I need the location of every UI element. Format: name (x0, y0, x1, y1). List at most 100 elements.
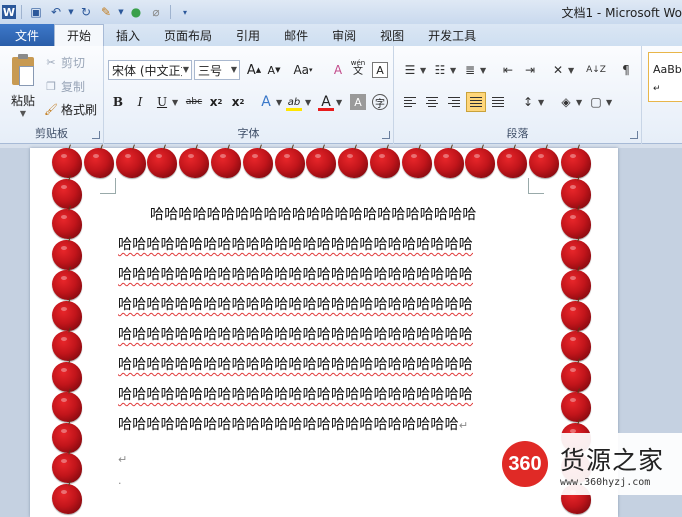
document-line[interactable]: 哈哈哈哈哈哈哈哈哈哈哈哈哈哈哈哈哈哈哈哈哈哈哈哈哈 (118, 266, 473, 284)
chevron-down-icon[interactable]: ▼ (117, 3, 125, 21)
shrink-font-button[interactable]: A ▼ (264, 60, 284, 80)
apple-border-icon (561, 296, 591, 331)
numbering-icon[interactable]: ☷ (430, 60, 450, 80)
word-app-icon[interactable]: W (2, 5, 16, 19)
copy-button[interactable]: ❐ 复制 (44, 78, 85, 95)
change-case-button[interactable]: Aa ▾ (290, 60, 316, 80)
margin-corner-mark (100, 178, 116, 194)
paste-button[interactable]: 粘贴 ▼ (6, 50, 40, 122)
brush-icon[interactable]: ✎ (97, 3, 115, 21)
format-painter-button[interactable]: 🖌 格式刷 (44, 101, 97, 118)
chevron-down-icon[interactable]: ▼ (538, 98, 544, 107)
decrease-indent-icon[interactable]: ⇤ (498, 60, 518, 80)
document-line[interactable]: 哈哈哈哈哈哈哈哈哈哈哈哈哈哈哈哈哈哈哈哈哈哈哈哈哈 (118, 236, 473, 254)
align-center-icon[interactable] (422, 92, 442, 112)
style-normal[interactable]: AaBb ↵ (648, 52, 682, 102)
tab-mailings[interactable]: 邮件 (272, 24, 320, 46)
bold-button[interactable]: B (108, 92, 128, 112)
chevron-down-icon[interactable]: ▼ (336, 98, 342, 107)
document-line[interactable]: 哈哈哈哈哈哈哈哈哈哈哈哈哈哈哈哈哈哈哈哈哈哈哈哈哈 (118, 326, 473, 344)
align-left-icon[interactable] (400, 92, 420, 112)
chevron-down-icon[interactable]: ▼ (568, 66, 574, 75)
distributed-icon[interactable] (488, 92, 508, 112)
empty-paragraph[interactable]: ↵ (118, 450, 127, 469)
increase-indent-icon[interactable]: ⇥ (520, 60, 540, 80)
align-right-icon[interactable] (444, 92, 464, 112)
text-effects-button[interactable]: A (256, 92, 276, 112)
apple-border-icon (52, 357, 82, 392)
document-line[interactable]: 哈哈哈哈哈哈哈哈哈哈哈哈哈哈哈哈哈哈哈哈哈哈哈哈↵ (118, 416, 468, 435)
apple-border-icon (52, 388, 82, 422)
underline-button[interactable]: U (152, 92, 172, 112)
chevron-down-icon[interactable]: ▼ (420, 66, 426, 75)
italic-button[interactable]: I (130, 92, 150, 112)
subscript-button[interactable]: x2 (206, 92, 226, 112)
apple-border-icon (561, 205, 591, 239)
phonetic-guide-button[interactable]: wén 文 (348, 58, 368, 78)
highlight-button[interactable]: ab (284, 92, 304, 112)
tab-developer[interactable]: 开发工具 (416, 24, 488, 46)
tab-insert[interactable]: 插入 (104, 24, 152, 46)
font-group: 宋体 (中文正文) ▼ 三号 ▼ A▲ A▼ Aa▾ A wén文 A B I … (104, 46, 394, 144)
apple-border-icon (529, 144, 559, 178)
tab-file[interactable]: 文件 (0, 24, 54, 46)
chevron-down-icon[interactable]: ▼ (67, 3, 75, 21)
chevron-down-icon[interactable]: ▼ (450, 66, 456, 75)
dialog-launcher-icon[interactable] (382, 131, 390, 139)
clear-format-button[interactable]: A (328, 60, 348, 80)
superscript-button[interactable]: x2 (228, 92, 248, 112)
chevron-down-icon[interactable]: ▼ (576, 98, 582, 107)
paragraph-mark-icon: · (118, 477, 122, 490)
chinese-layout-icon[interactable]: ✕ (548, 60, 568, 80)
document-line[interactable]: 哈哈哈哈哈哈哈哈哈哈哈哈哈哈哈哈哈哈哈哈哈哈哈哈哈 (118, 296, 473, 314)
line-spacing-icon[interactable]: ↕ (518, 92, 538, 112)
eraser-icon[interactable]: ⌀ (147, 3, 165, 21)
dialog-launcher-icon[interactable] (92, 131, 100, 139)
chevron-down-icon[interactable]: ▼ (606, 98, 612, 107)
undo-icon[interactable]: ↶ (47, 3, 65, 21)
document-line[interactable]: 哈哈哈哈哈哈哈哈哈哈哈哈哈哈哈哈哈哈哈哈哈哈哈 (150, 206, 477, 224)
empty-paragraph[interactable]: · (118, 474, 122, 493)
tab-page-layout[interactable]: 页面布局 (152, 24, 224, 46)
document-line[interactable]: 哈哈哈哈哈哈哈哈哈哈哈哈哈哈哈哈哈哈哈哈哈哈哈哈哈 (118, 356, 473, 374)
apple-border-icon (465, 144, 496, 178)
apple-border-icon (561, 174, 591, 209)
chevron-down-icon[interactable]: ▼ (20, 109, 26, 118)
site-watermark: 360 货源之家 www.360hyzj.com (500, 433, 682, 495)
font-size-select[interactable]: 三号 ▼ (194, 60, 240, 80)
chevron-down-icon[interactable]: ▼ (305, 98, 311, 107)
tab-review[interactable]: 审阅 (320, 24, 368, 46)
watermark-url: www.360hyzj.com (560, 476, 651, 488)
redo-icon[interactable]: ↻ (77, 3, 95, 21)
borders-icon[interactable]: ▢ (586, 92, 606, 112)
bullets-icon[interactable]: ☰ (400, 60, 420, 80)
apple-border-icon (52, 266, 82, 300)
cut-button[interactable]: ✂ 剪切 (44, 54, 85, 71)
show-marks-icon[interactable]: ¶ (616, 60, 636, 80)
dialog-launcher-icon[interactable] (630, 131, 638, 139)
paste-icon (10, 54, 36, 88)
chevron-down-icon[interactable]: ▼ (172, 98, 178, 107)
justify-icon[interactable] (466, 92, 486, 112)
font-family-select[interactable]: 宋体 (中文正文) ▼ (108, 60, 192, 80)
enclose-characters-button[interactable]: 字 (370, 92, 390, 112)
tab-references[interactable]: 引用 (224, 24, 272, 46)
tab-view[interactable]: 视图 (368, 24, 416, 46)
character-shading-button[interactable]: A (348, 92, 368, 112)
font-color-button[interactable]: A (316, 92, 336, 112)
grow-font-button[interactable]: A ▲ (244, 60, 264, 80)
apple-border-icon (561, 357, 591, 392)
character-border-button[interactable]: A (370, 60, 390, 80)
sort-icon[interactable]: A↓Z (586, 60, 606, 80)
strikethrough-button[interactable]: abc (184, 92, 204, 112)
multilevel-list-icon[interactable]: ≣ (460, 60, 480, 80)
chevron-down-icon[interactable]: ▼ (480, 66, 486, 75)
document-line[interactable]: 哈哈哈哈哈哈哈哈哈哈哈哈哈哈哈哈哈哈哈哈哈哈哈哈哈 (118, 386, 473, 404)
shading-bucket-icon[interactable]: ◈ (556, 92, 576, 112)
apple-border-icon (52, 327, 82, 361)
save-icon[interactable]: ▣ (27, 3, 45, 21)
customize-qat-icon[interactable]: ▾ (176, 3, 194, 21)
color-wheel-icon[interactable]: ● (127, 3, 145, 21)
tab-home[interactable]: 开始 (54, 24, 105, 46)
chevron-down-icon[interactable]: ▼ (276, 98, 282, 107)
